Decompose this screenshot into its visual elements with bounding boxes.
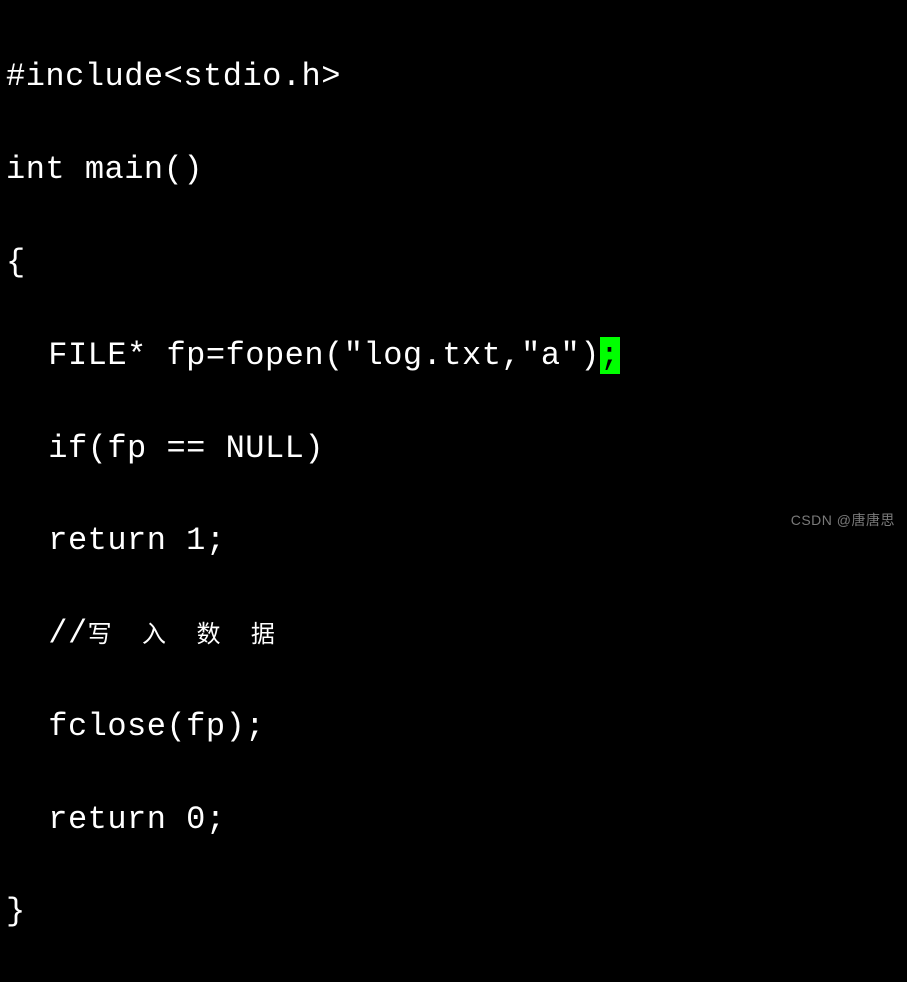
code-line-2: int main() — [6, 147, 901, 193]
cursor: ; — [600, 337, 620, 374]
comment-text: 写 入 数 据 — [88, 623, 283, 650]
code-line-6: return 1; — [6, 518, 901, 564]
code-line-3: { — [6, 240, 901, 286]
code-line-9: return 0; — [6, 797, 901, 843]
comment-prefix: // — [48, 615, 87, 652]
code-line-4: FILE* fp=fopen("log.txt,"a"); — [6, 333, 901, 379]
code-line-1: #include<stdio.h> — [6, 54, 901, 100]
code-line-10: } — [6, 889, 901, 935]
watermark: CSDN @唐唐思 — [791, 510, 895, 530]
code-line-5: if(fp == NULL) — [6, 426, 901, 472]
code-line-4-text: FILE* fp=fopen("log.txt,"a") — [48, 337, 600, 374]
code-editor[interactable]: #include<stdio.h> int main() { FILE* fp=… — [6, 8, 901, 982]
code-line-7: //写 入 数 据 — [6, 611, 901, 657]
code-line-8: fclose(fp); — [6, 704, 901, 750]
